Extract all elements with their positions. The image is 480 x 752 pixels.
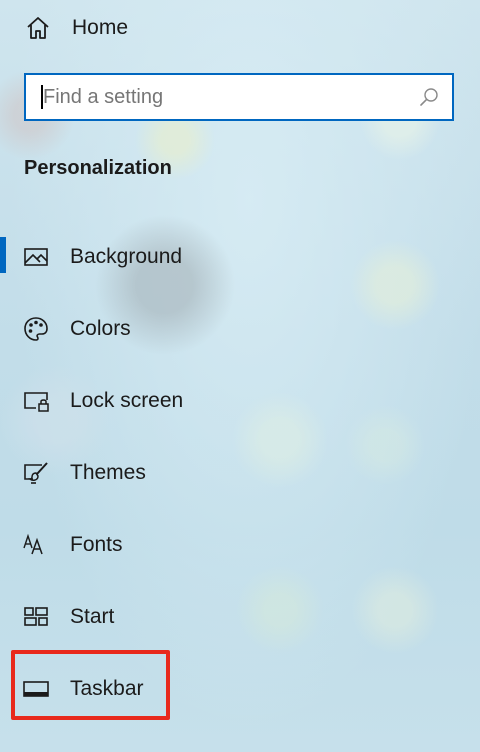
nav-item-label: Colors	[70, 317, 131, 340]
home-label: Home	[72, 16, 129, 39]
nav-item-label: Themes	[70, 461, 146, 484]
nav-item-fonts[interactable]: Fonts	[0, 523, 480, 567]
nav-item-label: Fonts	[70, 533, 123, 556]
nav-item-label: Background	[70, 245, 183, 268]
picture-icon	[22, 243, 50, 271]
nav-item-label: Taskbar	[70, 677, 144, 700]
start-grid-icon	[22, 603, 50, 631]
nav-item-themes[interactable]: Themes	[0, 451, 480, 495]
section-title: Personalization	[24, 157, 172, 179]
nav-item-label: Start	[70, 605, 115, 628]
search-box[interactable]	[24, 73, 454, 121]
selected-indicator	[0, 237, 6, 273]
nav-item-label: Lock screen	[70, 389, 184, 412]
brush-icon	[22, 459, 50, 487]
palette-icon	[22, 315, 50, 343]
nav-item-background[interactable]: Background	[0, 235, 480, 279]
search-icon[interactable]	[416, 84, 442, 110]
nav-item-colors[interactable]: Colors	[0, 307, 480, 351]
nav-item-start[interactable]: Start	[0, 595, 480, 639]
taskbar-icon	[22, 675, 50, 703]
lock-screen-icon	[22, 387, 50, 415]
search-input[interactable]	[43, 77, 416, 117]
nav-item-taskbar[interactable]: Taskbar	[0, 667, 480, 711]
home-link[interactable]: Home	[24, 12, 128, 44]
fonts-icon	[22, 531, 50, 559]
nav-item-lock-screen[interactable]: Lock screen	[0, 379, 480, 423]
home-icon	[24, 14, 52, 42]
